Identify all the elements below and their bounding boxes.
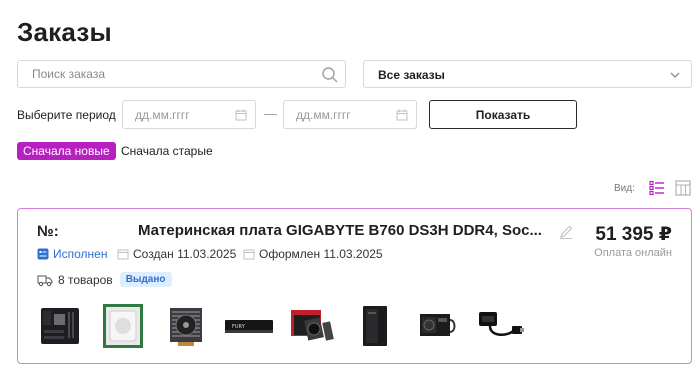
list-view-icon[interactable] bbox=[649, 180, 665, 196]
power-supply-image bbox=[420, 314, 456, 336]
list-item[interactable] bbox=[287, 301, 337, 351]
status-check-icon bbox=[37, 248, 49, 260]
order-items-summary: 8 товаров Выдано bbox=[37, 272, 172, 287]
list-item[interactable] bbox=[98, 301, 148, 351]
ram-module-image: FURY bbox=[225, 320, 273, 333]
order-created-date: Создан 11.03.2025 bbox=[117, 247, 236, 261]
svg-text:FURY: FURY bbox=[232, 324, 246, 330]
orders-filter-select[interactable]: Все заказы bbox=[363, 60, 692, 88]
delivery-truck-icon bbox=[37, 275, 53, 286]
calendar-icon[interactable] bbox=[235, 109, 247, 121]
payment-method: Оплата онлайн bbox=[594, 247, 672, 259]
order-status: Исполнен bbox=[37, 247, 107, 261]
date-from-input[interactable] bbox=[135, 101, 235, 128]
view-label: Вид: bbox=[614, 183, 635, 194]
list-item[interactable] bbox=[161, 301, 211, 351]
calendar-icon bbox=[243, 249, 255, 260]
pc-case-image bbox=[363, 306, 387, 346]
order-card[interactable]: №: Материнская плата GIGABYTE B760 DS3H … bbox=[17, 208, 692, 364]
show-button[interactable]: Показать bbox=[429, 100, 577, 129]
order-placed-date: Оформлен 11.03.2025 bbox=[243, 247, 383, 261]
motherboard-image bbox=[41, 308, 79, 344]
list-item[interactable] bbox=[35, 301, 85, 351]
cpu-cooler-image bbox=[170, 308, 202, 346]
graphics-card-image bbox=[291, 310, 334, 341]
date-range-separator: — bbox=[264, 106, 277, 121]
chevron-down-icon bbox=[670, 72, 680, 78]
list-item[interactable]: FURY bbox=[224, 301, 274, 351]
search-icon[interactable] bbox=[321, 66, 339, 84]
period-label: Выберите период bbox=[17, 108, 116, 122]
search-input[interactable] bbox=[32, 61, 312, 87]
orders-filter-value: Все заказы bbox=[378, 68, 445, 82]
cpu-image bbox=[103, 304, 143, 348]
sort-newest-button[interactable]: Сначала новые bbox=[17, 142, 116, 160]
table-view-icon[interactable] bbox=[675, 180, 691, 196]
list-item[interactable] bbox=[350, 301, 400, 351]
date-from-field[interactable] bbox=[122, 100, 256, 129]
order-status-text: Исполнен bbox=[53, 247, 108, 261]
hdmi-adapter-image bbox=[479, 312, 524, 336]
list-item[interactable] bbox=[413, 301, 463, 351]
calendar-icon bbox=[117, 249, 129, 260]
items-count: 8 товаров bbox=[58, 272, 113, 287]
order-number-label: №: bbox=[37, 223, 59, 240]
order-items-thumbnails: FURY bbox=[35, 301, 526, 351]
pencil-icon[interactable] bbox=[558, 224, 574, 240]
calendar-icon[interactable] bbox=[396, 109, 408, 121]
list-item[interactable] bbox=[476, 301, 526, 351]
order-placed-text: Оформлен 11.03.2025 bbox=[259, 247, 383, 261]
order-price: 51 395 ₽ bbox=[595, 224, 672, 245]
date-to-input[interactable] bbox=[296, 101, 396, 128]
order-search-field[interactable] bbox=[17, 60, 346, 88]
order-product-name[interactable]: Материнская плата GIGABYTE B760 DS3H DDR… bbox=[138, 222, 542, 239]
date-to-field[interactable] bbox=[283, 100, 417, 129]
sort-oldest-button[interactable]: Сначала старые bbox=[121, 144, 213, 158]
status-badge: Выдано bbox=[119, 272, 172, 287]
page-title: Заказы bbox=[17, 17, 112, 47]
order-created-text: Создан 11.03.2025 bbox=[133, 247, 237, 261]
